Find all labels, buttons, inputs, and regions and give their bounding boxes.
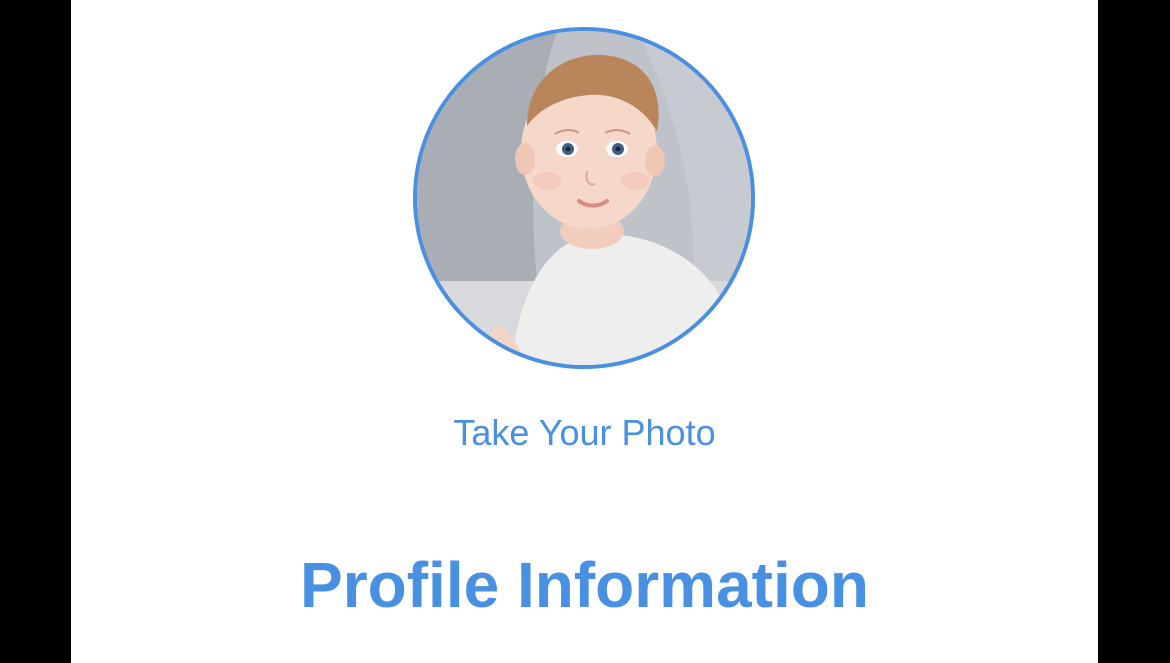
device-frame: Take Your Photo Profile Information	[0, 0, 1170, 663]
section-title: Profile Information	[300, 549, 869, 621]
profile-screen: Take Your Photo Profile Information	[71, 0, 1098, 663]
baby-photo-image	[417, 31, 751, 365]
profile-avatar[interactable]	[413, 27, 755, 369]
take-photo-button[interactable]: Take Your Photo	[71, 412, 1098, 454]
